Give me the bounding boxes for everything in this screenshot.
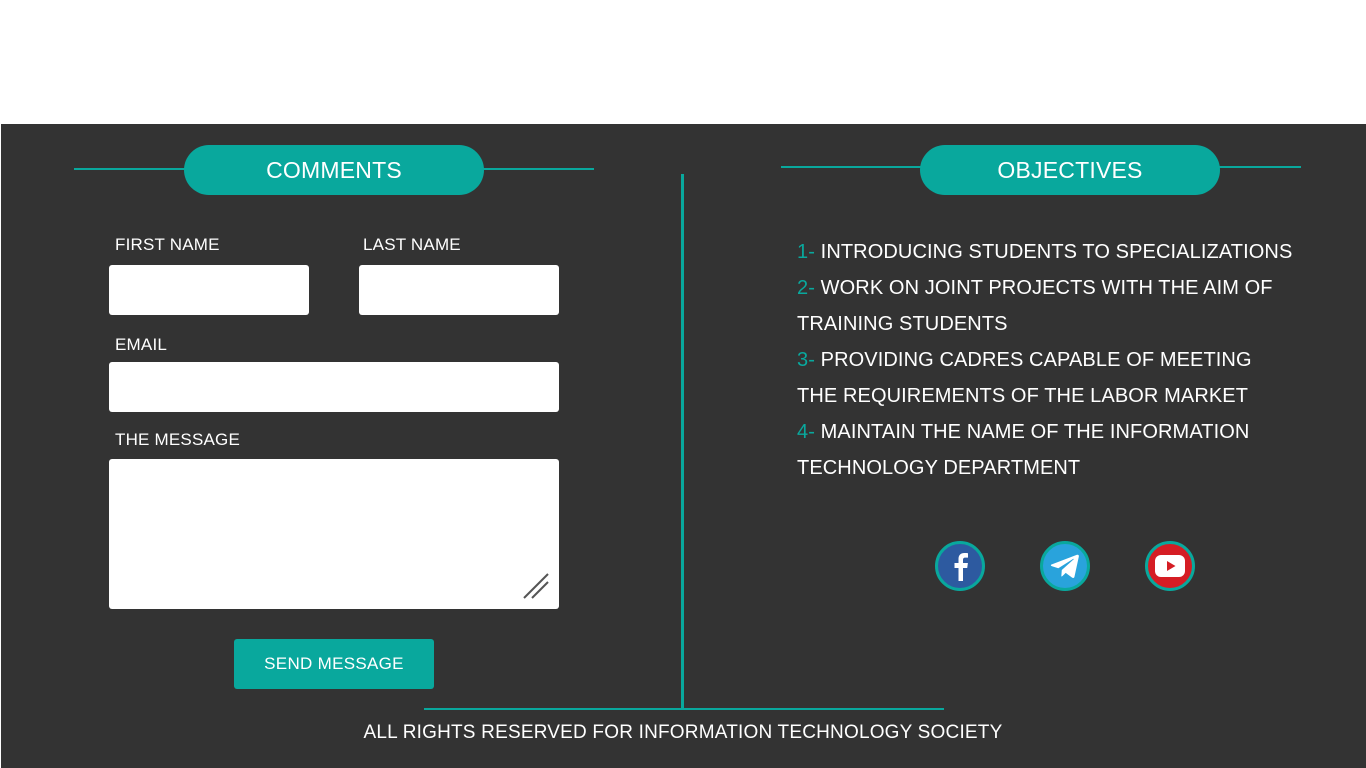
message-label: THE MESSAGE [115, 430, 241, 449]
telegram-icon[interactable] [1040, 541, 1090, 591]
copyright-text: ALL RIGHTS RESERVED FOR INFORMATION TECH… [363, 722, 1003, 743]
email-field[interactable] [109, 362, 559, 412]
objective-item-1: 1- INTRODUCING STUDENTS TO SPECIALIZATIO… [797, 234, 1297, 270]
objective-item-3: 3- PROVIDING CADRES CAPABLE OF MEETING T… [797, 342, 1297, 414]
first-name-field[interactable] [109, 265, 309, 315]
facebook-icon[interactable] [935, 541, 985, 591]
objective-item-2: 2- WORK ON JOINT PROJECTS WITH THE AIM O… [797, 270, 1297, 342]
facebook-f-glyph [954, 553, 968, 581]
message-textarea[interactable] [109, 459, 559, 609]
telegram-plane-glyph [1050, 554, 1079, 578]
resize-grip-icon[interactable] [522, 572, 550, 600]
objective-item-4: 4- MAINTAIN THE NAME OF THE INFORMATION … [797, 414, 1297, 486]
objective-number: 3- [797, 349, 815, 371]
send-message-button[interactable]: SEND MESSAGE [234, 639, 434, 689]
bottom-divider [424, 708, 944, 710]
youtube-icon[interactable] [1145, 541, 1195, 591]
objective-number: 2- [797, 277, 815, 299]
objectives-title: OBJECTIVES [920, 145, 1220, 195]
objective-text: WORK ON JOINT PROJECTS WITH THE AIM OF T… [797, 277, 1273, 335]
first-name-label: FIRST NAME [115, 235, 220, 254]
objective-text: PROVIDING CADRES CAPABLE OF MEETING THE … [797, 349, 1252, 407]
last-name-label: LAST NAME [363, 235, 461, 254]
objective-text: INTRODUCING STUDENTS TO SPECIALIZATIONS [820, 241, 1293, 263]
email-label: EMAIL [115, 335, 168, 354]
center-divider [681, 174, 684, 710]
objectives-list: 1- INTRODUCING STUDENTS TO SPECIALIZATIO… [797, 234, 1297, 486]
youtube-play-glyph [1155, 555, 1185, 577]
objective-number: 1- [797, 241, 815, 263]
last-name-field[interactable] [359, 265, 559, 315]
comments-title: COMMENTS [184, 145, 484, 195]
objective-number: 4- [797, 421, 815, 443]
objective-text: MAINTAIN THE NAME OF THE INFORMATION TEC… [797, 421, 1250, 479]
